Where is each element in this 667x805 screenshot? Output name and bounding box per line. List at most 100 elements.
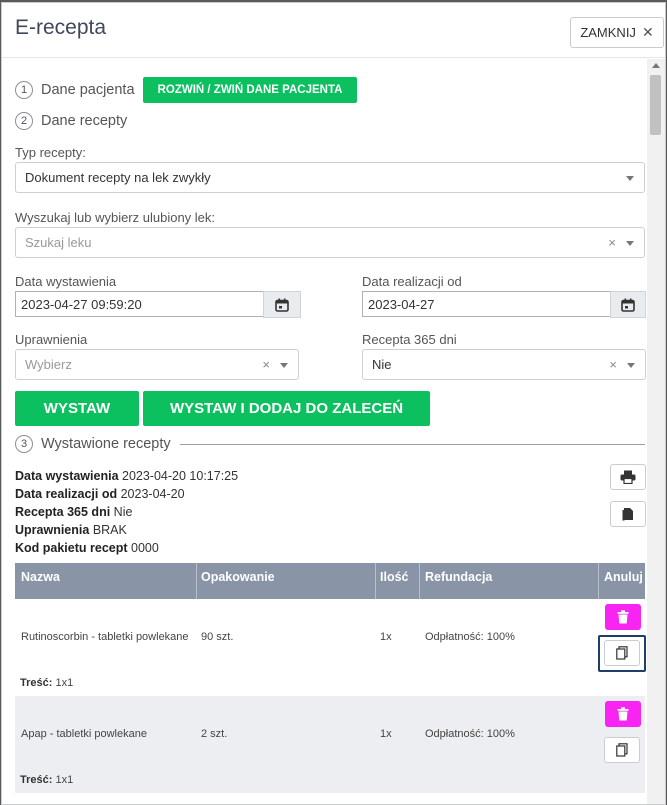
copy-icon (616, 646, 628, 660)
info-value: 2023-04-20 (120, 487, 185, 501)
info-recepta-365: Recepta 365 dni Nie (15, 505, 132, 519)
chevron-down-icon (626, 241, 634, 246)
wystaw-button[interactable]: WYSTAW (15, 391, 139, 426)
uprawnienia-placeholder: Wybierz (25, 357, 72, 372)
search-drug-input[interactable]: Szukaj leku × (15, 227, 645, 258)
erecepta-modal: E-recepta ZAMKNIJ ✕ 1 Dane pacjenta ROZW… (1, 2, 666, 805)
table-header: Nazwa Opakowanie Ilość Refundacja Anuluj (15, 563, 645, 599)
scrollbar-thumb[interactable] (650, 75, 661, 135)
column-header: Anuluj (604, 570, 643, 584)
print-button[interactable] (610, 464, 646, 490)
info-key: Data wystawienia (15, 469, 119, 483)
search-drug-label: Wyszukaj lub wybierz ulubiony lek: (15, 210, 216, 225)
column-divider (196, 563, 197, 599)
step-number: 2 (15, 112, 33, 130)
clipboard-icon (622, 508, 633, 521)
close-button-label: ZAMKNIJ (580, 25, 636, 40)
copy-package-button[interactable] (610, 501, 646, 527)
uprawnienia-label: Uprawnienia (15, 332, 88, 347)
data-realizacji-input[interactable]: 2023-04-27 (362, 291, 611, 317)
column-header: Ilość (380, 570, 409, 584)
info-key: Data realizacji od (15, 487, 118, 501)
scroll-up-icon[interactable] (652, 63, 660, 68)
step-wystawione-recepty: 3 Wystawione recepty (15, 435, 171, 453)
recepta-365-select[interactable]: Nie × (362, 349, 646, 380)
data-realizacji-label: Data realizacji od (362, 274, 462, 289)
close-button[interactable]: ZAMKNIJ ✕ (570, 17, 664, 48)
modal-title: E-recepta (15, 16, 107, 39)
info-data-wystawienia: Data wystawienia 2023-04-20 10:17:25 (15, 469, 238, 483)
info-value: 2023-04-20 10:17:25 (122, 469, 239, 483)
typ-recepty-label: Typ recepty: (15, 145, 86, 160)
data-wystawienia-label: Data wystawienia (15, 274, 117, 289)
section-divider (180, 444, 645, 445)
copy-icon (616, 743, 628, 757)
typ-recepty-value: Dokument recepty na lek zwykły (25, 170, 211, 185)
close-icon: ✕ (641, 24, 654, 40)
cell-ilosc: 1x (380, 631, 392, 643)
uprawnienia-select[interactable]: Wybierz × (15, 349, 299, 380)
tresc-line: Treść: 1x1 (20, 677, 73, 689)
calendar-button[interactable] (263, 291, 301, 318)
info-key: Uprawnienia (15, 523, 90, 537)
info-key: Recepta 365 dni (15, 505, 111, 519)
delete-button[interactable] (605, 604, 641, 630)
info-value: 0000 (131, 541, 159, 555)
tresc-label: Treść: (20, 677, 53, 689)
cell-opakowanie: 2 szt. (201, 728, 228, 740)
table-row: Apap - tabletki powlekane 2 szt. 1x Odpł… (15, 696, 645, 793)
tresc-value: 1x1 (55, 677, 74, 689)
delete-button[interactable] (605, 701, 641, 727)
data-wystawienia-value: 2023-04-27 09:59:20 (21, 296, 142, 312)
search-drug-placeholder: Szukaj leku (25, 235, 92, 250)
clear-icon[interactable]: × (262, 357, 270, 372)
tresc-label: Treść: (20, 774, 53, 786)
calendar-icon (621, 298, 635, 312)
tresc-line: Treść: 1x1 (20, 774, 73, 786)
info-value: Nie (113, 505, 133, 519)
column-header: Refundacja (425, 570, 493, 584)
chevron-down-icon (626, 176, 634, 181)
chevron-down-icon (627, 363, 635, 368)
info-kod-pakietu: Kod pakietu recept 0000 (15, 541, 159, 555)
copy-button[interactable] (604, 737, 640, 763)
toggle-patient-data-button[interactable]: ROZWIŃ / ZWIŃ DANE PACJENTA (143, 77, 357, 103)
column-divider (419, 563, 420, 599)
modal-header: E-recepta ZAMKNIJ ✕ (2, 3, 665, 58)
trash-icon (617, 610, 629, 624)
prescriptions-table: Nazwa Opakowanie Ilość Refundacja Anuluj… (15, 563, 646, 793)
cell-refundacja: Odpłatność: 100% (425, 728, 515, 740)
typ-recepty-select[interactable]: Dokument recepty na lek zwykły (15, 162, 645, 193)
column-divider (375, 563, 376, 599)
cell-nazwa: Rutinoscorbin - tabletki powlekane (21, 631, 189, 643)
cell-nazwa: Apap - tabletki powlekane (21, 728, 147, 740)
copy-button[interactable] (604, 640, 640, 666)
column-divider (598, 563, 599, 599)
step-dane-recepty: 2 Dane recepty (15, 112, 127, 130)
modal-body: 1 Dane pacjenta ROZWIŃ / ZWIŃ DANE PACJE… (2, 59, 647, 804)
step-label: Dane recepty (41, 113, 128, 129)
cell-opakowanie: 90 szt. (201, 631, 234, 643)
info-data-realizacji: Data realizacji od 2023-04-20 (15, 487, 185, 501)
cell-refundacja: Odpłatność: 100% (425, 631, 515, 643)
column-header: Nazwa (21, 570, 60, 584)
trash-icon (617, 707, 629, 721)
info-value: BRAK (92, 523, 127, 537)
step-dane-pacjenta: 1 Dane pacjenta (15, 81, 135, 99)
cell-ilosc: 1x (380, 728, 392, 740)
printer-icon (620, 470, 636, 484)
data-wystawienia-input[interactable]: 2023-04-27 09:59:20 (15, 291, 264, 317)
step-label: Dane pacjenta (41, 82, 135, 98)
chevron-down-icon (280, 363, 288, 368)
clear-icon[interactable]: × (608, 235, 616, 250)
column-header: Opakowanie (201, 570, 275, 584)
step-number: 3 (15, 435, 33, 453)
data-realizacji-value: 2023-04-27 (368, 296, 435, 312)
calendar-button[interactable] (610, 291, 646, 318)
recepta-365-label: Recepta 365 dni (362, 332, 457, 347)
wystaw-dodaj-button[interactable]: WYSTAW I DODAJ DO ZALECEŃ (143, 391, 430, 426)
vertical-scrollbar[interactable] (647, 59, 665, 804)
clear-icon[interactable]: × (609, 357, 617, 372)
recepta-365-value: Nie (372, 357, 392, 372)
calendar-icon (275, 298, 289, 312)
